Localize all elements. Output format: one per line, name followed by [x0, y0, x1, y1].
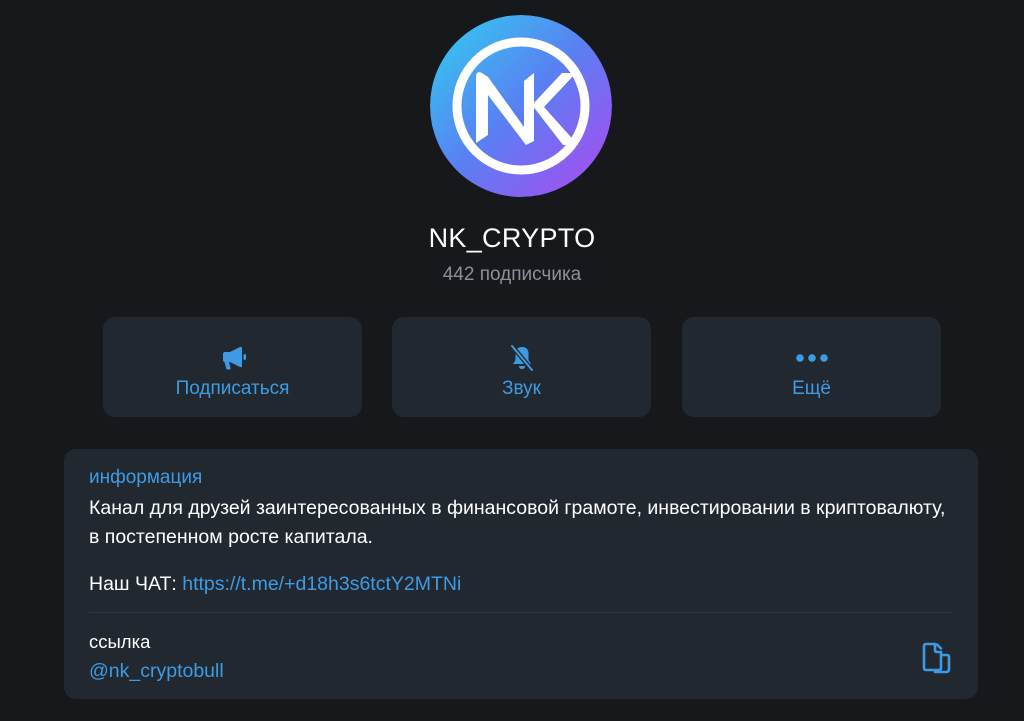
subscribe-button-label: Подписаться — [175, 378, 290, 399]
chat-label: Наш ЧАТ: — [89, 573, 183, 595]
more-button-label: Ещё — [792, 378, 831, 399]
info-heading: информация — [89, 467, 203, 488]
bell-muted-icon — [392, 343, 651, 373]
megaphone-icon — [103, 343, 362, 373]
nk-logo-icon — [430, 15, 612, 197]
info-card: информация Канал для друзей заинтересова… — [64, 449, 978, 699]
chat-invite-link[interactable]: https://t.me/+d18h3s6tctY2MTNi — [182, 573, 461, 595]
copy-icon[interactable] — [919, 640, 953, 674]
sound-button-label: Звук — [502, 378, 541, 399]
more-button[interactable]: Ещё — [682, 317, 941, 417]
channel-username-link[interactable]: @nk_cryptobull — [89, 660, 224, 683]
channel-description: Канал для друзей заинтересованных в фина… — [89, 497, 946, 548]
channel-avatar[interactable] — [430, 15, 612, 197]
more-dots-icon — [682, 343, 941, 373]
chat-line: Наш ЧАТ: https://t.me/+d18h3s6tctY2MTNi — [89, 570, 461, 599]
sound-button[interactable]: Звук — [392, 317, 651, 417]
subscriber-count: 442 подписчика — [442, 264, 582, 285]
divider — [89, 612, 953, 613]
channel-profile-page: NK_CRYPTO 442 подписчика Подписаться Зву… — [0, 0, 1024, 721]
link-heading: ссылка — [89, 631, 151, 652]
subscribe-button[interactable]: Подписаться — [103, 317, 362, 417]
channel-title: NK_CRYPTO — [428, 223, 596, 253]
